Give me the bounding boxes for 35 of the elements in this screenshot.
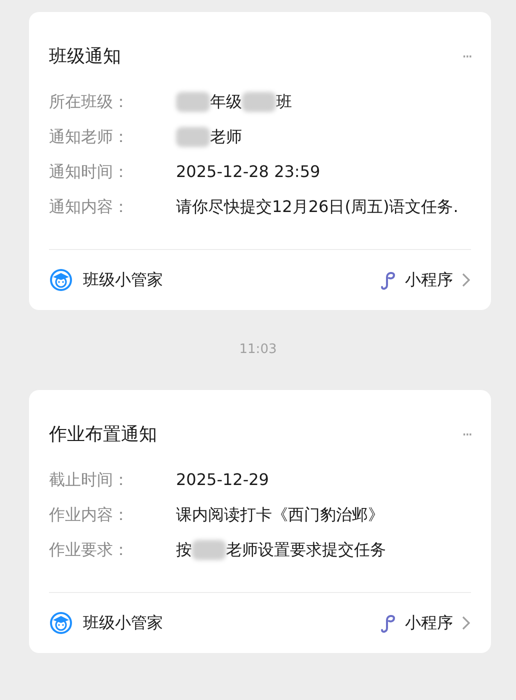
field-value: 老师 [210,126,242,148]
field-value: 班 [276,91,292,113]
field-label: 截止时间： [49,469,130,491]
graduate-face-icon [49,611,73,635]
mini-program-label: 小程序 [405,269,453,291]
field-label: 所在班级： [49,91,130,113]
mini-program-label: 小程序 [405,612,453,634]
field-label: 通知老师： [49,126,130,148]
chevron-right-icon [461,615,471,631]
graduate-face-icon [49,268,73,292]
field-label: 通知内容： [49,196,130,218]
field-label: 作业内容： [49,504,130,526]
redaction-blur [176,127,210,147]
field-label: 作业要求： [49,539,130,561]
redaction-blur [242,92,276,112]
field-value: 请你尽快提交12月26日(周五)语文任务. [176,196,458,218]
field-value: 课内阅读打卡《西门豹治邺》 [176,504,384,526]
field-value: 老师设置要求提交任务 [226,539,386,561]
field-value: 2025-12-28 23:59 [176,161,320,183]
redaction-blur [192,540,226,560]
message-card[interactable]: 作业布置通知 ··· 截止时间： 2025-12-29 作业内容： 课内阅读打卡《西门豹治邺》 作业要求： 按 老师设置要求提交任务 班级小管家 小程序 [29,390,491,653]
message-time: 11:03 [239,341,277,359]
card-title: 作业布置通知 [49,423,157,447]
field-value: 2025-12-29 [176,469,269,491]
field-value: 按 [176,539,192,561]
redaction-blur [176,92,210,112]
link-icon [379,270,397,290]
card-title: 班级通知 [49,45,121,69]
message-card[interactable]: 班级通知 ··· 所在班级： 年级 班 通知老师： 老师 通知时间： 2025-12-28 23:59 通知内容： 请你尽快提交12月26日(周五)语文任务. 班级小管家 小程序 [29,12,491,310]
chevron-right-icon [461,272,471,288]
field-value: 年级 [210,91,242,113]
field-label: 通知时间： [49,161,130,183]
source-name: 班级小管家 [83,269,163,291]
source-name: 班级小管家 [83,612,163,634]
link-icon [379,613,397,633]
